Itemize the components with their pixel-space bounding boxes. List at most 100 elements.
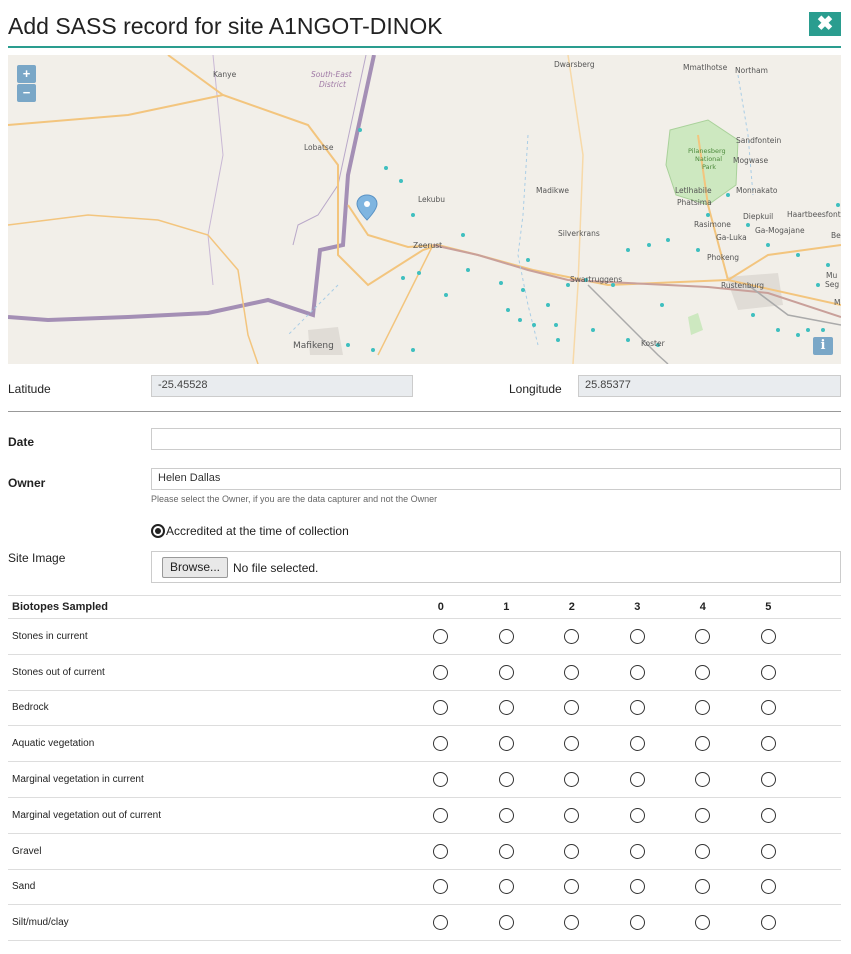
col-header: 3 <box>604 595 670 619</box>
spacer-cell <box>801 618 841 655</box>
rating-radio[interactable] <box>433 843 449 859</box>
svg-text:Mafikeng: Mafikeng <box>293 341 334 351</box>
rating-radio[interactable] <box>564 700 580 716</box>
rating-radio[interactable] <box>498 700 514 716</box>
site-map[interactable]: Kanye South-East District Dwarsberg Mmat… <box>8 55 841 364</box>
rating-radio[interactable] <box>433 700 449 716</box>
rating-radio[interactable] <box>695 628 711 644</box>
rating-radio[interactable] <box>433 915 449 931</box>
rating-radio[interactable] <box>498 807 514 823</box>
rating-radio[interactable] <box>433 807 449 823</box>
table-row: Marginal vegetation out of current <box>8 797 841 834</box>
rating-radio[interactable] <box>564 879 580 895</box>
rating-radio[interactable] <box>433 664 449 680</box>
rating-radio[interactable] <box>564 736 580 752</box>
rating-radio[interactable] <box>629 879 645 895</box>
rating-cell <box>735 797 801 834</box>
rating-radio[interactable] <box>629 628 645 644</box>
divider <box>8 411 841 412</box>
rating-radio[interactable] <box>760 807 776 823</box>
svg-text:Mo: Mo <box>834 298 841 307</box>
rating-cell <box>604 761 670 798</box>
modal-title: Add SASS record for site A1NGOT-DINOK <box>8 13 443 39</box>
rating-radio[interactable] <box>695 915 711 931</box>
rating-radio[interactable] <box>695 700 711 716</box>
svg-text:Diepkuil: Diepkuil <box>743 212 773 221</box>
rating-cell <box>735 690 801 727</box>
rating-cell <box>670 618 736 655</box>
rating-radio[interactable] <box>629 843 645 859</box>
rating-radio[interactable] <box>760 628 776 644</box>
rating-radio[interactable] <box>564 772 580 788</box>
rating-radio[interactable] <box>695 772 711 788</box>
rating-radio[interactable] <box>433 628 449 644</box>
svg-text:Koster: Koster <box>641 339 666 348</box>
svg-text:Pilanesberg: Pilanesberg <box>688 147 726 155</box>
spacer-cell <box>801 761 841 798</box>
rating-cell <box>473 725 539 763</box>
rating-radio[interactable] <box>760 879 776 895</box>
browse-button[interactable]: Browse... <box>162 557 229 578</box>
site-image-file-input[interactable]: Browse... No file selected. <box>151 551 841 583</box>
rating-cell <box>408 797 474 834</box>
rating-radio[interactable] <box>695 879 711 895</box>
rating-radio[interactable] <box>498 879 514 895</box>
rating-radio[interactable] <box>629 736 645 752</box>
biotope-label: Marginal vegetation out of current <box>8 797 408 834</box>
rating-cell <box>604 869 670 906</box>
rating-radio[interactable] <box>498 736 514 752</box>
accredited-radio[interactable] <box>151 524 165 538</box>
rating-radio[interactable] <box>760 700 776 716</box>
rating-radio[interactable] <box>564 664 580 680</box>
rating-radio[interactable] <box>760 843 776 859</box>
rating-radio[interactable] <box>564 628 580 644</box>
rating-cell <box>539 618 605 655</box>
rating-radio[interactable] <box>564 843 580 859</box>
svg-text:Rustenburg: Rustenburg <box>721 281 764 290</box>
rating-radio[interactable] <box>695 807 711 823</box>
rating-radio[interactable] <box>498 915 514 931</box>
owner-field[interactable]: Helen Dallas <box>151 468 841 490</box>
date-field[interactable] <box>151 428 841 450</box>
svg-text:Silverkrans: Silverkrans <box>558 229 600 238</box>
zoom-out-button[interactable]: − <box>17 84 36 102</box>
rating-cell <box>670 869 736 906</box>
rating-radio[interactable] <box>433 879 449 895</box>
rating-radio[interactable] <box>629 772 645 788</box>
rating-radio[interactable] <box>498 628 514 644</box>
rating-cell <box>670 690 736 727</box>
rating-radio[interactable] <box>760 736 776 752</box>
owner-label: Owner <box>8 476 46 490</box>
map-info-button[interactable]: i <box>813 337 833 355</box>
map-marker-icon <box>356 194 378 221</box>
table-row: Stones out of current <box>8 654 841 691</box>
rating-radio[interactable] <box>629 807 645 823</box>
rating-radio[interactable] <box>760 664 776 680</box>
rating-radio[interactable] <box>760 915 776 931</box>
rating-radio[interactable] <box>629 915 645 931</box>
svg-text:Northam: Northam <box>735 66 768 75</box>
zoom-in-button[interactable]: + <box>17 65 36 83</box>
rating-radio[interactable] <box>433 736 449 752</box>
rating-radio[interactable] <box>564 807 580 823</box>
rating-radio[interactable] <box>760 772 776 788</box>
spacer-cell <box>801 690 841 727</box>
latitude-field[interactable]: -25.45528 <box>151 375 413 397</box>
close-button[interactable]: ✖ <box>809 12 841 36</box>
rating-radio[interactable] <box>498 664 514 680</box>
rating-radio[interactable] <box>695 664 711 680</box>
rating-radio[interactable] <box>564 915 580 931</box>
accredited-option[interactable]: Accredited at the time of collection <box>151 524 349 538</box>
modal-header: Add SASS record for site A1NGOT-DINOK ✖ <box>8 10 841 48</box>
rating-radio[interactable] <box>498 843 514 859</box>
rating-radio[interactable] <box>629 664 645 680</box>
spacer-cell <box>801 654 841 691</box>
svg-text:Lekubu: Lekubu <box>418 195 445 204</box>
rating-radio[interactable] <box>695 843 711 859</box>
rating-radio[interactable] <box>498 772 514 788</box>
longitude-field[interactable]: 25.85377 <box>578 375 841 397</box>
rating-radio[interactable] <box>629 700 645 716</box>
biotope-label: Stones in current <box>8 618 408 655</box>
rating-radio[interactable] <box>695 736 711 752</box>
rating-radio[interactable] <box>433 772 449 788</box>
